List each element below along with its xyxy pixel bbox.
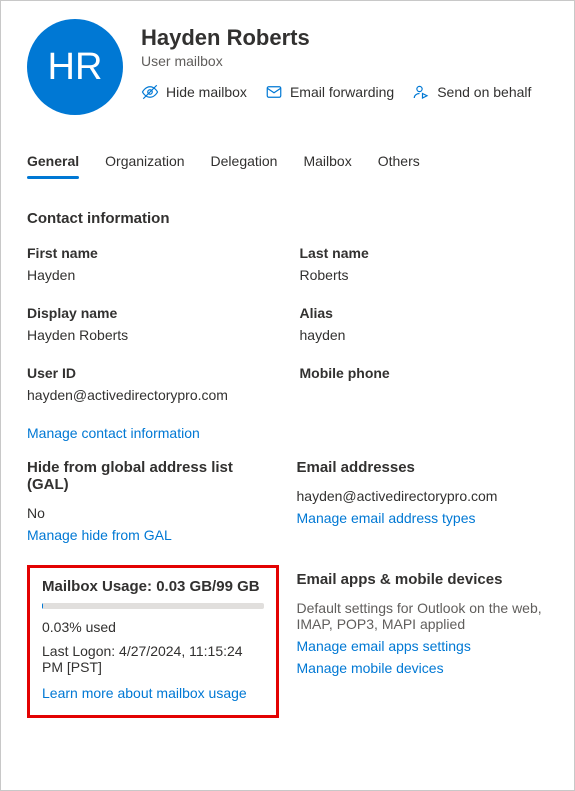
email-addresses-block: Email addresses hayden@activedirectorypr… <box>297 459 549 526</box>
gal-email-row: Hide from global address list (GAL) No M… <box>27 459 548 543</box>
manage-contact-row: Manage contact information <box>27 425 548 441</box>
send-on-behalf-button[interactable]: Send on behalf <box>412 83 531 101</box>
display-name-label: Display name <box>27 305 276 321</box>
person-send-icon <box>412 83 430 101</box>
alias-field: Alias hayden <box>300 305 549 343</box>
mobile-phone-label: Mobile phone <box>300 365 549 381</box>
usage-bar-fill <box>42 603 43 609</box>
last-name-value: Roberts <box>300 267 549 283</box>
usage-apps-row: Mailbox Usage: 0.03 GB/99 GB 0.03% used … <box>27 561 548 718</box>
mail-forward-icon <box>265 83 283 101</box>
usage-percent: 0.03% used <box>42 619 264 635</box>
email-apps-block: Email apps & mobile devices Default sett… <box>297 561 549 676</box>
last-name-field: Last name Roberts <box>300 245 549 283</box>
hide-mailbox-button[interactable]: Hide mailbox <box>141 83 247 101</box>
display-name-field: Display name Hayden Roberts <box>27 305 276 343</box>
gal-value: No <box>27 505 279 521</box>
mobile-phone-field: Mobile phone <box>300 365 549 403</box>
mailbox-usage-box: Mailbox Usage: 0.03 GB/99 GB 0.03% used … <box>27 565 279 718</box>
manage-gal-link[interactable]: Manage hide from GAL <box>27 527 279 543</box>
avatar: HR <box>27 19 123 115</box>
user-id-label: User ID <box>27 365 276 381</box>
header: HR Hayden Roberts User mailbox Hide mail… <box>27 19 548 115</box>
user-id-value: hayden@activedirectorypro.com <box>27 387 276 403</box>
learn-usage-link[interactable]: Learn more about mailbox usage <box>42 685 247 701</box>
first-name-value: Hayden <box>27 267 276 283</box>
last-logon: Last Logon: 4/27/2024, 11:15:24 PM [PST] <box>42 643 264 675</box>
tab-mailbox[interactable]: Mailbox <box>303 147 351 179</box>
first-name-field: First name Hayden <box>27 245 276 283</box>
page-subtitle: User mailbox <box>141 53 531 69</box>
display-name-value: Hayden Roberts <box>27 327 276 343</box>
email-addresses-value: hayden@activedirectorypro.com <box>297 488 549 504</box>
send-on-behalf-label: Send on behalf <box>437 84 531 100</box>
mailbox-panel: HR Hayden Roberts User mailbox Hide mail… <box>0 0 575 791</box>
action-row: Hide mailbox Email forwarding Send on be… <box>141 83 531 101</box>
tab-general[interactable]: General <box>27 147 79 179</box>
tabs: General Organization Delegation Mailbox … <box>27 147 548 180</box>
tab-organization[interactable]: Organization <box>105 147 184 179</box>
email-apps-desc: Default settings for Outlook on the web,… <box>297 600 549 632</box>
email-forwarding-label: Email forwarding <box>290 84 394 100</box>
tab-others[interactable]: Others <box>378 147 420 179</box>
hide-mailbox-label: Hide mailbox <box>166 84 247 100</box>
first-name-label: First name <box>27 245 276 261</box>
section-contact-info: Contact information <box>27 210 548 227</box>
manage-contact-link[interactable]: Manage contact information <box>27 425 200 441</box>
gal-label: Hide from global address list (GAL) <box>27 459 279 493</box>
header-text: Hayden Roberts User mailbox Hide mailbox… <box>141 19 531 101</box>
contact-grid: First name Hayden Last name Roberts Disp… <box>27 245 548 441</box>
mailbox-usage-title: Mailbox Usage: 0.03 GB/99 GB <box>42 578 264 595</box>
alias-value: hayden <box>300 327 549 343</box>
usage-bar <box>42 603 264 609</box>
hide-icon <box>141 83 159 101</box>
tab-delegation[interactable]: Delegation <box>211 147 278 179</box>
email-forwarding-button[interactable]: Email forwarding <box>265 83 394 101</box>
manage-email-apps-link[interactable]: Manage email apps settings <box>297 638 549 654</box>
manage-mobile-link[interactable]: Manage mobile devices <box>297 660 549 676</box>
user-id-field: User ID hayden@activedirectorypro.com <box>27 365 276 403</box>
alias-label: Alias <box>300 305 549 321</box>
email-apps-title: Email apps & mobile devices <box>297 571 549 588</box>
gal-block: Hide from global address list (GAL) No M… <box>27 459 279 543</box>
last-name-label: Last name <box>300 245 549 261</box>
manage-email-types-link[interactable]: Manage email address types <box>297 510 549 526</box>
page-title: Hayden Roberts <box>141 25 531 51</box>
email-addresses-label: Email addresses <box>297 459 549 476</box>
